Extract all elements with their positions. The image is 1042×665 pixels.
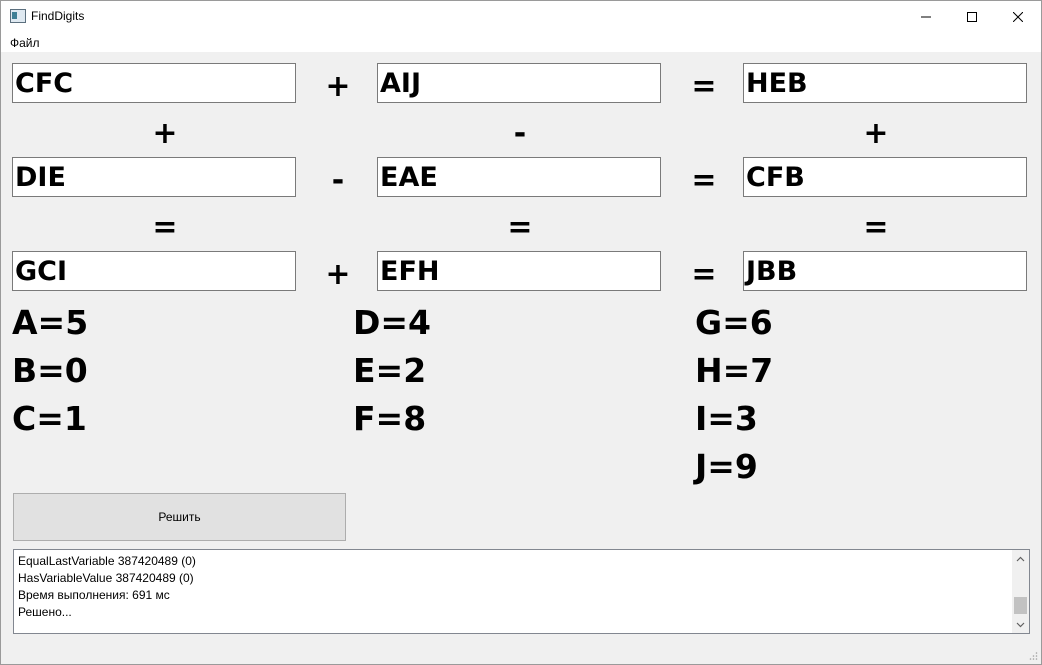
row2-equals: =: [691, 163, 717, 198]
chevron-down-icon: [1016, 622, 1025, 627]
result-d: D=4: [353, 303, 432, 342]
row3-left-field[interactable]: GCI: [12, 251, 296, 291]
row1-middle-field[interactable]: AIJ: [377, 63, 661, 103]
col3-operator: +: [863, 116, 889, 151]
log-lines: EqualLastVariable 387420489 (0) HasVaria…: [18, 553, 196, 621]
window-title: FindDigits: [31, 9, 85, 23]
row2-middle-field[interactable]: EAE: [377, 157, 661, 197]
maximize-icon: [967, 11, 977, 22]
resize-grip-icon[interactable]: [1028, 651, 1038, 661]
log-textarea[interactable]: EqualLastVariable 387420489 (0) HasVaria…: [13, 549, 1030, 634]
result-i: I=3: [695, 399, 758, 438]
scroll-down-button[interactable]: [1012, 616, 1029, 633]
log-line: Время выполнения: 691 мс: [18, 588, 170, 602]
row2-left-field[interactable]: DIE: [12, 157, 296, 197]
log-line: EqualLastVariable 387420489 (0): [18, 554, 196, 568]
menu-file[interactable]: Файл: [10, 36, 40, 50]
app-window: FindDigits Файл CFC + AIJ = HEB + - + DI…: [0, 0, 1042, 665]
close-icon: [1013, 11, 1023, 22]
result-b: B=0: [12, 351, 88, 390]
result-j: J=9: [695, 447, 758, 486]
result-e: E=2: [353, 351, 427, 390]
chevron-up-icon: [1016, 556, 1025, 561]
col1-operator: +: [152, 116, 178, 151]
row2-operator: -: [331, 163, 345, 198]
col1-equals: =: [152, 210, 178, 245]
title-bar[interactable]: FindDigits: [1, 1, 1041, 32]
row1-operator: +: [325, 69, 351, 104]
col2-equals: =: [507, 210, 533, 245]
solve-button-label: Решить: [158, 510, 201, 524]
close-button[interactable]: [995, 1, 1041, 32]
result-f: F=8: [353, 399, 427, 438]
scroll-thumb[interactable]: [1014, 597, 1027, 614]
row1-right-field[interactable]: HEB: [743, 63, 1027, 103]
row2-right-field[interactable]: CFB: [743, 157, 1027, 197]
menu-bar: Файл: [1, 32, 1041, 52]
app-icon: [10, 9, 26, 23]
result-c: C=1: [12, 399, 87, 438]
solve-button[interactable]: Решить: [13, 493, 346, 541]
row3-middle-field[interactable]: EFH: [377, 251, 661, 291]
row3-operator: +: [325, 257, 351, 292]
log-line: Решено...: [18, 605, 72, 619]
col3-equals: =: [863, 210, 889, 245]
row1-equals: =: [691, 69, 717, 104]
row3-equals: =: [691, 257, 717, 292]
row3-right-field[interactable]: JBB: [743, 251, 1027, 291]
minimize-button[interactable]: [903, 1, 949, 32]
scroll-up-button[interactable]: [1012, 550, 1029, 567]
log-line: HasVariableValue 387420489 (0): [18, 571, 194, 585]
minimize-icon: [921, 16, 931, 17]
maximize-button[interactable]: [949, 1, 995, 32]
result-a: A=5: [12, 303, 89, 342]
result-h: H=7: [695, 351, 774, 390]
log-scrollbar[interactable]: [1012, 550, 1029, 633]
row1-left-field[interactable]: CFC: [12, 63, 296, 103]
result-g: G=6: [695, 303, 773, 342]
col2-operator: -: [513, 116, 527, 151]
